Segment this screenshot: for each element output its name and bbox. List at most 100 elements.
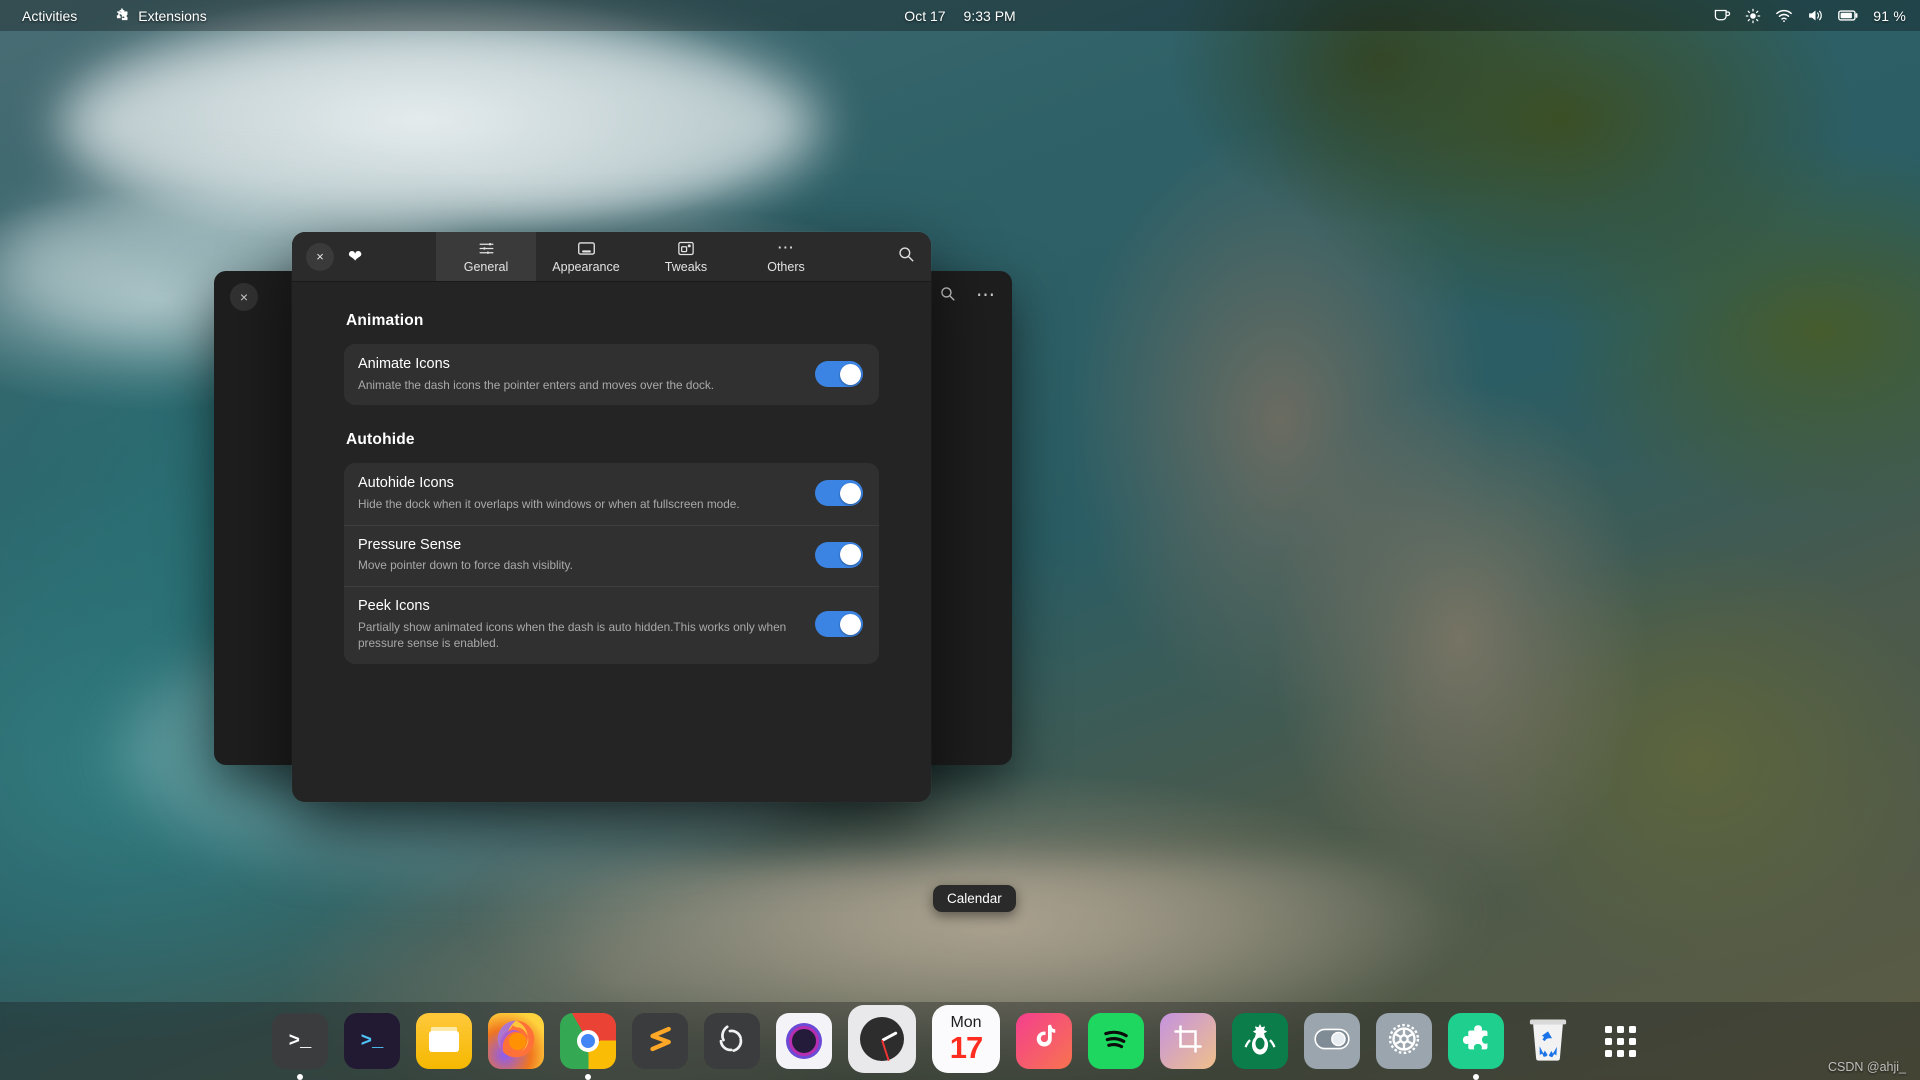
dock-item-toggle-tool[interactable] — [1304, 1013, 1360, 1069]
dock-item-screenshot[interactable] — [1160, 1013, 1216, 1069]
toggle-pressure-sense[interactable] — [815, 541, 863, 568]
setting-row-peek-icons[interactable]: Peek Icons Partially show animated icons… — [344, 585, 879, 664]
music-note-icon — [1029, 1022, 1059, 1060]
setting-subtitle: Partially show animated icons when the d… — [358, 619, 787, 651]
toggle-peek-icons[interactable] — [815, 611, 863, 638]
calendar-day-of-week: Mon — [950, 1014, 982, 1031]
toggle-knob — [839, 544, 861, 566]
dock-item-extensions[interactable] — [1448, 1013, 1504, 1080]
setting-subtitle: Hide the dock when it overlaps with wind… — [358, 496, 740, 511]
setting-text: Autohide Icons Hide the dock when it ove… — [358, 474, 803, 512]
firefox-icon — [496, 1019, 536, 1064]
running-indicator — [1473, 1074, 1479, 1080]
tab-label: Tweaks — [664, 260, 708, 274]
battery-percentage: 91 % — [1873, 7, 1906, 24]
dock-item-tiktok[interactable] — [1016, 1013, 1072, 1069]
battery-icon — [1838, 9, 1859, 22]
clock-hour-hand — [881, 1031, 898, 1042]
brightness-icon — [1745, 8, 1761, 24]
dash-dock: >_ >_ Mon 17 — [0, 1002, 1920, 1080]
terminal-alt-icon: >_ — [360, 1030, 384, 1052]
search-icon — [897, 245, 915, 268]
toggle-animate-icons[interactable] — [815, 361, 863, 388]
sliders-icon — [478, 239, 495, 257]
dash-preferences-dialog[interactable]: × ❤ General Appearance Tweaks ⋯ Others A… — [292, 232, 931, 802]
dock-item-trash[interactable] — [1520, 1013, 1576, 1069]
tab-label: General — [463, 260, 509, 274]
trash-icon — [1526, 1016, 1570, 1067]
dock-item-obs-studio[interactable] — [704, 1013, 760, 1069]
dock-item-settings[interactable] — [1376, 1013, 1432, 1069]
toggle-knob — [839, 482, 861, 504]
background-window-close-button[interactable]: × — [230, 283, 258, 311]
dialog-close-button[interactable]: × — [306, 242, 334, 271]
dock-item-spotify[interactable] — [1088, 1013, 1144, 1069]
clock-time: 9:33 PM — [963, 7, 1016, 24]
files-icon — [429, 1030, 459, 1052]
dock-item-terminal[interactable]: >_ — [272, 1013, 328, 1080]
dock-item-clock[interactable] — [848, 1005, 916, 1073]
dock-item-starbucks[interactable] — [1232, 1013, 1288, 1069]
setting-row-animate-icons[interactable]: Animate Icons Animate the dash icons the… — [344, 344, 879, 405]
crop-icon — [1173, 1024, 1203, 1059]
setting-subtitle: Move pointer down to force dash visiblit… — [358, 558, 573, 573]
toggle-knob — [839, 363, 861, 385]
tab-label: Appearance — [552, 260, 620, 274]
setting-subtitle: Animate the dash icons the pointer enter… — [358, 377, 715, 392]
wifi-icon — [1775, 9, 1793, 23]
window-icon — [577, 239, 596, 257]
heart-icon[interactable]: ❤ — [348, 248, 362, 265]
puzzle-icon — [1460, 1022, 1492, 1061]
chrome-icon — [577, 1030, 599, 1052]
tab-others[interactable]: ⋯ Others — [736, 232, 836, 281]
tab-general[interactable]: General — [436, 232, 536, 281]
dock-item-sublime-text[interactable] — [632, 1013, 688, 1069]
system-status-area[interactable]: 91 % — [1714, 8, 1906, 24]
setting-text: Animate Icons Animate the dash icons the… — [358, 355, 803, 393]
dock-item-files[interactable] — [416, 1013, 472, 1069]
setting-title: Autohide Icons — [358, 475, 454, 492]
dialog-header-left: × ❤ — [292, 232, 436, 281]
dock-item-chrome[interactable] — [560, 1013, 616, 1080]
running-indicator — [297, 1074, 303, 1080]
dialog-tab-bar: General Appearance Tweaks ⋯ Others — [436, 232, 931, 281]
toggle-autohide-icons[interactable] — [815, 480, 863, 507]
tweaks-icon — [677, 239, 695, 257]
activities-button[interactable]: Activities — [14, 5, 85, 27]
section-title-autohide: Autohide — [346, 431, 415, 449]
top-bar-left: Activities Extensions — [0, 4, 215, 28]
tab-tweaks[interactable]: Tweaks — [636, 232, 736, 281]
setting-title: Pressure Sense — [358, 536, 462, 553]
tab-label: Others — [767, 260, 805, 274]
toggle-icon — [1314, 1027, 1350, 1056]
watermark: CSDN @ahji_ — [1828, 1060, 1906, 1074]
clock-button[interactable]: Oct 17 9:33 PM — [904, 8, 1015, 24]
puzzle-icon — [115, 7, 130, 25]
settings-card-animation: Animate Icons Animate the dash icons the… — [344, 344, 879, 406]
more-options-icon[interactable]: ⋯ — [976, 286, 996, 305]
volume-icon — [1807, 8, 1824, 23]
background-window-header-actions: ⋯ — [939, 285, 996, 307]
starbucks-icon — [1239, 1018, 1281, 1065]
dock-item-camera[interactable] — [776, 1013, 832, 1069]
clock-minute-hand — [881, 1039, 890, 1062]
extensions-menu-button[interactable]: Extensions — [107, 4, 214, 28]
settings-card-autohide: Autohide Icons Hide the dock when it ove… — [344, 463, 879, 664]
dialog-search-button[interactable] — [897, 232, 915, 281]
calendar-day-number: 17 — [949, 1030, 983, 1065]
search-icon[interactable] — [939, 285, 956, 307]
dock-item-calendar[interactable]: Mon 17 — [932, 1005, 1000, 1073]
sublime-text-icon — [645, 1024, 675, 1059]
setting-row-pressure-sense[interactable]: Pressure Sense Move pointer down to forc… — [344, 524, 879, 586]
setting-text: Pressure Sense Move pointer down to forc… — [358, 536, 803, 574]
spotify-icon — [1098, 1021, 1134, 1062]
setting-row-autohide-icons[interactable]: Autohide Icons Hide the dock when it ove… — [344, 463, 879, 524]
dock-item-terminal-alt[interactable]: >_ — [344, 1013, 400, 1069]
tab-appearance[interactable]: Appearance — [536, 232, 636, 281]
dialog-body: Animation Animate Icons Animate the dash… — [292, 282, 931, 802]
setting-title: Animate Icons — [358, 356, 450, 372]
dock-item-firefox[interactable] — [488, 1013, 544, 1069]
extensions-label: Extensions — [138, 7, 207, 24]
dock-item-show-apps[interactable] — [1592, 1013, 1648, 1069]
camera-icon — [789, 1026, 819, 1056]
